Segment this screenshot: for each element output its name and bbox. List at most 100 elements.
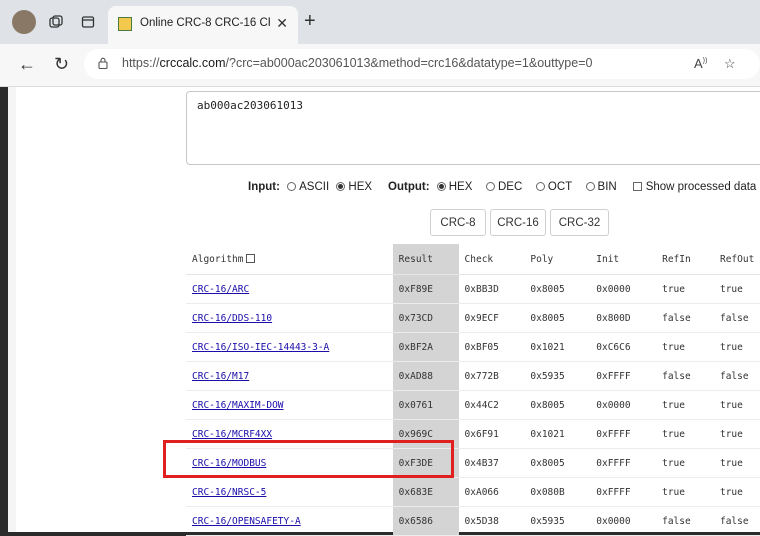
output-dec-label: DEC <box>498 181 523 193</box>
lock-icon[interactable] <box>98 57 108 69</box>
check-cell: 0x4B37 <box>458 448 525 478</box>
algorithm-cell: CRC-16/DDS-110 <box>186 303 393 333</box>
active-tab[interactable]: Online CRC-8 CRC-16 CRC-32 Ca ✕ <box>108 6 298 44</box>
table-row: CRC-16/OPENSAFETY-A 0x6586 0x5D38 0x5935 0x0… <box>186 506 760 536</box>
crc8-button[interactable]: CRC-8 <box>430 209 486 236</box>
algorithm-cell: CRC-16/MAXIM-DOW <box>186 390 393 420</box>
result-cell: 0xAD88 <box>392 361 459 391</box>
table-row: CRC-16/ARC 0xF89E 0xBB3D 0x8005 0x0000 true tr… <box>186 274 760 304</box>
refout-cell: true <box>713 448 760 478</box>
url-text[interactable]: https://crccalc.com/?crc=ab000ac20306101… <box>122 56 592 70</box>
select-all-checkbox[interactable] <box>246 253 256 263</box>
refin-cell: true <box>656 332 714 362</box>
col-refout: RefOut <box>713 244 760 275</box>
tab-actions-icon[interactable] <box>78 12 98 32</box>
poly-cell: 0x1021 <box>524 332 591 362</box>
init-cell: 0xFFFF <box>590 361 657 391</box>
init-cell: 0x800D <box>590 303 657 333</box>
input-ascii-label: ASCII <box>299 181 330 193</box>
check-cell: 0x5D38 <box>458 506 525 536</box>
profile-avatar[interactable] <box>12 10 36 34</box>
show-processed-label: Show processed data <box>645 181 757 193</box>
output-hex-radio[interactable] <box>436 182 446 191</box>
input-ascii-radio[interactable] <box>287 182 297 191</box>
input-hex-radio[interactable] <box>336 182 346 191</box>
back-arrow-icon[interactable]: ← <box>18 54 36 75</box>
crc-input-textarea[interactable]: ab000ac203061013 <box>186 91 760 165</box>
new-tab-icon[interactable]: + <box>304 10 316 33</box>
poly-cell: 0x5935 <box>524 361 591 391</box>
algorithm-link[interactable]: CRC-16/MCRF4XX <box>192 429 272 440</box>
check-cell: 0x44C2 <box>458 390 525 420</box>
output-hex-label: HEX <box>448 181 473 193</box>
algorithm-link[interactable]: CRC-16/M17 <box>192 371 249 382</box>
output-oct-radio[interactable] <box>535 182 545 191</box>
options-row: Input: ASCII HEX Output: HEX DEC OCT BIN… <box>248 181 756 193</box>
refin-cell: true <box>656 274 714 304</box>
init-cell: 0xFFFF <box>590 419 657 449</box>
algorithm-link[interactable]: CRC-16/DDS-110 <box>192 313 272 324</box>
check-cell: 0x9ECF <box>458 303 525 333</box>
check-cell: 0xBF05 <box>458 332 525 362</box>
col-check: Check <box>458 244 525 275</box>
table-header-row: Algorithm Result Check Poly Init RefIn R… <box>186 244 760 275</box>
address-bar-row: ← ↻ https://crccalc.com/?crc=ab000ac2030… <box>0 44 760 87</box>
output-bin-label: BIN <box>597 181 617 193</box>
table-row: CRC-16/MAXIM-DOW 0x0761 0x44C2 0x8005 0x0000… <box>186 390 760 420</box>
output-oct-label: OCT <box>547 181 572 193</box>
workspaces-icon[interactable] <box>46 12 66 32</box>
output-bin-radio[interactable] <box>585 182 595 191</box>
show-processed-checkbox[interactable] <box>632 182 642 191</box>
output-dec-radio[interactable] <box>486 182 495 191</box>
read-aloud-icon[interactable]: A)) <box>694 56 707 71</box>
refout-cell: true <box>713 274 760 304</box>
algorithm-cell: CRC-16/OPENSAFETY-A <box>186 506 393 536</box>
algorithm-link[interactable]: CRC-16/OPENSAFETY-A <box>192 516 301 527</box>
col-result: Result <box>392 244 459 275</box>
init-cell: 0xFFFF <box>590 448 657 478</box>
refout-cell: false <box>713 506 760 536</box>
poly-cell: 0x080B <box>524 477 591 507</box>
init-cell: 0x0000 <box>590 506 657 536</box>
refin-cell: false <box>656 361 714 391</box>
favorite-star-icon[interactable]: ☆ <box>724 56 736 72</box>
check-cell: 0x772B <box>458 361 525 391</box>
algorithm-link[interactable]: CRC-16/MAXIM-DOW <box>192 400 284 411</box>
poly-cell: 0x5935 <box>524 506 591 536</box>
algorithm-cell: CRC-16/M17 <box>186 361 393 391</box>
algorithm-link[interactable]: CRC-16/NRSC-5 <box>192 487 266 498</box>
init-cell: 0x0000 <box>590 390 657 420</box>
input-label: Input: <box>248 181 280 193</box>
page-content: ab000ac203061013 Input: ASCII HEX Output… <box>8 87 760 536</box>
init-cell: 0xC6C6 <box>590 332 657 362</box>
poly-cell: 0x8005 <box>524 448 591 478</box>
refin-cell: true <box>656 390 714 420</box>
init-cell: 0xFFFF <box>590 477 657 507</box>
result-cell: 0xF89E <box>392 274 459 304</box>
poly-cell: 0x8005 <box>524 303 591 333</box>
refout-cell: true <box>713 477 760 507</box>
algorithm-link[interactable]: CRC-16/ISO-IEC-14443-3-A <box>192 342 329 353</box>
result-cell: 0xBF2A <box>392 332 459 362</box>
refout-cell: true <box>713 332 760 362</box>
close-tab-icon[interactable]: ✕ <box>276 15 288 32</box>
left-gutter <box>8 87 16 532</box>
crc32-button[interactable]: CRC-32 <box>550 209 609 236</box>
refout-cell: false <box>713 361 760 391</box>
crc16-button[interactable]: CRC-16 <box>490 209 546 236</box>
modbus-highlight-box <box>163 440 454 478</box>
url-field[interactable]: https://crccalc.com/?crc=ab000ac20306101… <box>84 49 760 79</box>
refin-cell: false <box>656 303 714 333</box>
refresh-icon[interactable]: ↻ <box>54 54 69 75</box>
algorithm-cell: CRC-16/ISO-IEC-14443-3-A <box>186 332 393 362</box>
check-cell: 0xA066 <box>458 477 525 507</box>
poly-cell: 0x8005 <box>524 390 591 420</box>
refout-cell: true <box>713 390 760 420</box>
site-favicon-icon <box>118 17 132 31</box>
algorithm-cell: CRC-16/ARC <box>186 274 393 304</box>
algorithm-link[interactable]: CRC-16/ARC <box>192 284 249 295</box>
output-label: Output: <box>388 181 430 193</box>
check-cell: 0x6F91 <box>458 419 525 449</box>
col-poly: Poly <box>524 244 591 275</box>
tab-title: Online CRC-8 CRC-16 CRC-32 Ca <box>140 17 270 29</box>
